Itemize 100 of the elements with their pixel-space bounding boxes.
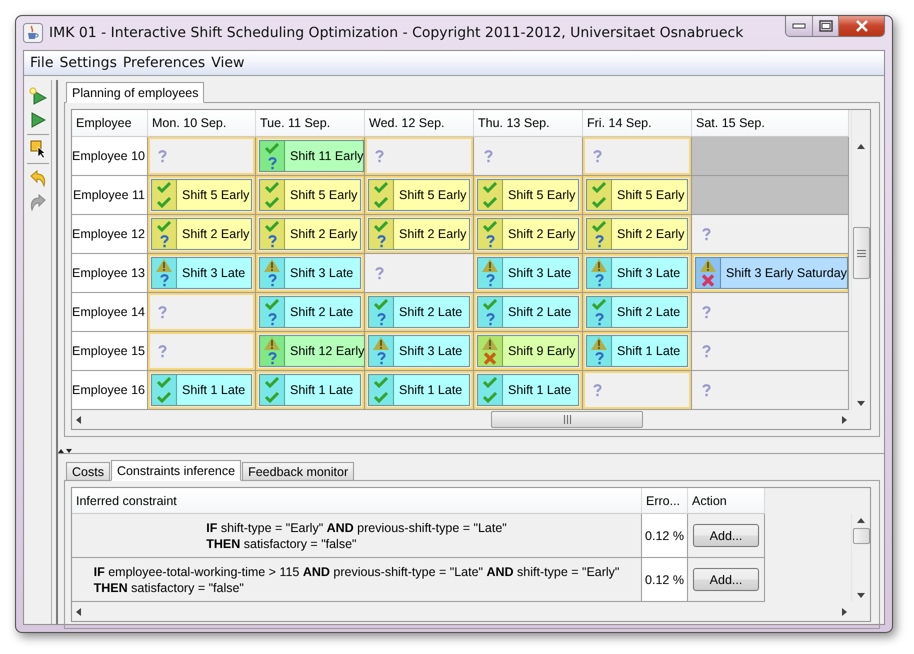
check-icon	[265, 197, 279, 208]
scroll-left-icon[interactable]	[76, 416, 81, 424]
menu-item[interactable]: File	[27, 55, 56, 71]
shift-label: Shift 2 Early	[181, 226, 250, 243]
coffee-cup-icon	[23, 23, 43, 43]
minimize-button[interactable]	[786, 16, 812, 36]
column-header[interactable]: Employee	[72, 110, 148, 137]
check-icon	[483, 377, 497, 388]
question-icon	[158, 150, 167, 162]
undo-icon	[28, 170, 46, 186]
warning-icon	[264, 337, 280, 350]
warning-icon	[482, 259, 498, 272]
employee-cell: Employee 10	[72, 137, 148, 176]
question-icon	[702, 344, 711, 358]
check-icon	[374, 377, 388, 388]
maximize-button[interactable]	[812, 16, 838, 36]
vertical-scrollbar[interactable]	[851, 110, 870, 410]
splitter-arrows-icon[interactable]	[58, 448, 72, 453]
question-icon	[268, 352, 276, 365]
menu-item[interactable]: Preferences	[120, 55, 208, 71]
grip-icon	[562, 415, 572, 424]
shift-label: Shift 3 Late	[616, 265, 680, 282]
scroll-right-icon[interactable]	[842, 608, 847, 616]
shift-label: Shift 1 Late	[507, 382, 572, 399]
column-header[interactable]: Thu. 13 Sep.	[474, 110, 583, 137]
shift-label: Shift 1 Late	[181, 382, 246, 399]
scroll-thumb[interactable]	[491, 411, 643, 428]
check-icon	[265, 377, 279, 388]
check-icon	[157, 220, 171, 232]
question-icon	[268, 156, 276, 170]
question-icon	[702, 306, 711, 318]
scroll-down-icon[interactable]	[857, 401, 865, 406]
warning-icon	[591, 259, 607, 272]
scroll-up-icon[interactable]	[857, 518, 865, 523]
employee-cell: Employee 13	[72, 254, 148, 293]
question-icon	[158, 306, 167, 318]
warning-icon	[700, 259, 716, 272]
tab[interactable]: Costs	[66, 462, 110, 480]
cross-icon	[483, 352, 497, 365]
question-icon	[702, 228, 711, 240]
question-icon	[593, 150, 602, 162]
column-header[interactable]: Sat. 15 Sep.	[692, 110, 849, 137]
scroll-thumb[interactable]	[852, 528, 870, 544]
question-icon	[375, 150, 384, 162]
column-header[interactable]: Fri. 14 Sep.	[583, 110, 692, 137]
shift-label: Shift 9 Early	[507, 343, 576, 360]
check-icon	[374, 392, 388, 403]
column-header[interactable]: Tue. 11 Sep.	[256, 110, 365, 137]
add-button[interactable]: Add...	[693, 568, 759, 591]
add-button[interactable]: Add...	[693, 524, 759, 547]
column-header[interactable]: Mon. 10 Sep.	[148, 110, 256, 137]
scroll-left-icon[interactable]	[76, 608, 81, 616]
question-icon	[486, 312, 494, 326]
play-star-icon	[28, 87, 46, 105]
warning-icon	[373, 337, 389, 350]
shift-label: Shift 5 Early	[398, 187, 466, 204]
warning-icon	[591, 337, 607, 350]
shift-label: Shift 2 Early	[398, 226, 466, 243]
menu-item[interactable]: View	[208, 55, 248, 71]
question-icon	[593, 384, 602, 396]
scroll-right-icon[interactable]	[842, 416, 847, 424]
check-icon	[592, 298, 606, 310]
menu-item[interactable]: Settings	[56, 55, 120, 71]
shift-label: Shift 3 Early Saturday	[725, 265, 847, 282]
column-header[interactable]: Wed. 12 Sep.	[365, 110, 474, 137]
tab[interactable]: Constraints inference	[110, 460, 242, 481]
check-icon	[157, 392, 171, 403]
check-icon	[483, 182, 497, 193]
check-icon	[374, 182, 388, 193]
check-icon	[265, 392, 279, 403]
tab[interactable]: Planning of employees	[66, 82, 204, 103]
question-icon	[160, 234, 168, 248]
shift-label: Shift 3 Late	[507, 265, 572, 282]
scroll-down-icon[interactable]	[857, 593, 865, 598]
question-icon	[702, 384, 711, 396]
close-button[interactable]	[838, 16, 884, 36]
check-icon	[265, 182, 279, 193]
shift-label: Shift 5 Early	[181, 187, 250, 204]
minimize-icon	[792, 23, 806, 29]
check-icon	[374, 220, 388, 232]
check-icon	[265, 298, 279, 310]
column-header[interactable]: Action	[688, 488, 765, 514]
error-cell: 0.12 %	[642, 514, 688, 558]
column-header[interactable]: Erro...	[642, 488, 688, 514]
shift-label: Shift 5 Early	[289, 187, 358, 204]
play-icon	[30, 112, 46, 128]
shift-label: Shift 11 Early	[289, 148, 364, 165]
question-icon	[376, 352, 386, 365]
scroll-thumb[interactable]	[852, 227, 870, 279]
check-icon	[265, 142, 279, 154]
cross-icon	[701, 274, 715, 287]
warning-icon	[482, 337, 498, 350]
check-icon	[592, 182, 606, 193]
tab[interactable]: Feedback monitor	[242, 462, 354, 480]
check-icon	[483, 298, 497, 310]
employee-cell: Employee 16	[72, 371, 148, 410]
constraint-rule: IF shift-type = "Early" AND previous-shift-type = "Late" THEN satisfactory = "false"	[206, 520, 507, 552]
scroll-up-icon[interactable]	[857, 144, 865, 149]
column-header[interactable]: Inferred constraint	[72, 488, 642, 514]
employee-cell: Employee 15	[72, 332, 148, 371]
